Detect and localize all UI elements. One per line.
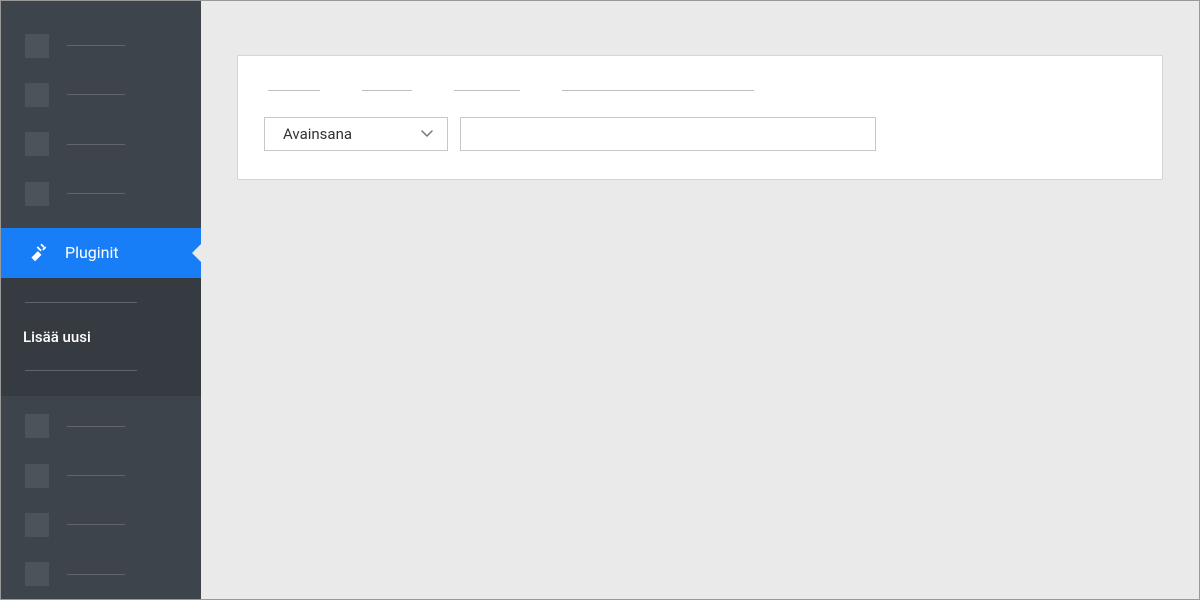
menu-icon-placeholder <box>25 414 49 438</box>
menu-icon-placeholder <box>25 562 49 586</box>
filter-tab[interactable] <box>562 90 754 91</box>
search-row: Avainsana <box>264 117 1136 151</box>
sidebar-item[interactable] <box>1 451 201 500</box>
menu-label-placeholder <box>67 475 125 476</box>
menu-label-placeholder <box>67 574 125 575</box>
menu-icon-placeholder <box>25 83 49 107</box>
submenu-item-add-new[interactable]: Lisää uusi <box>1 318 201 356</box>
plugins-submenu: Lisää uusi <box>1 278 201 396</box>
sidebar: Pluginit Lisää uusi <box>1 1 201 599</box>
sidebar-item[interactable] <box>1 402 201 451</box>
menu-label-placeholder <box>67 94 125 95</box>
main-content: Avainsana <box>201 1 1199 599</box>
sidebar-item[interactable] <box>1 500 201 549</box>
menu-label-placeholder <box>67 45 125 46</box>
menu-label-placeholder <box>67 426 125 427</box>
sidebar-item[interactable] <box>1 550 201 599</box>
menu-icon-placeholder <box>25 464 49 488</box>
submenu-label-placeholder <box>25 302 137 303</box>
menu-label-placeholder <box>67 144 125 145</box>
submenu-item[interactable] <box>1 288 201 318</box>
menu-label-placeholder <box>67 524 125 525</box>
plug-icon <box>25 242 47 264</box>
filter-tab[interactable] <box>362 90 412 91</box>
filter-tabs <box>264 80 1136 91</box>
filter-tab[interactable] <box>454 90 520 91</box>
sidebar-item[interactable] <box>1 120 201 169</box>
search-input[interactable] <box>460 117 876 151</box>
menu-icon-placeholder <box>25 182 49 206</box>
select-label: Avainsana <box>283 125 352 143</box>
sidebar-item[interactable] <box>1 70 201 119</box>
sidebar-item-label: Pluginit <box>65 243 119 262</box>
menu-icon-placeholder <box>25 513 49 537</box>
menu-label-placeholder <box>67 193 125 194</box>
sidebar-item[interactable] <box>1 21 201 70</box>
filter-panel: Avainsana <box>237 55 1163 180</box>
submenu-item-label: Lisää uusi <box>23 328 91 346</box>
sidebar-item[interactable] <box>1 169 201 218</box>
submenu-label-placeholder <box>25 370 137 371</box>
submenu-item[interactable] <box>1 356 201 386</box>
menu-icon-placeholder <box>25 132 49 156</box>
menu-icon-placeholder <box>25 34 49 58</box>
filter-tab[interactable] <box>268 90 320 91</box>
search-type-select[interactable]: Avainsana <box>264 117 448 151</box>
chevron-down-icon <box>421 130 433 138</box>
sidebar-item-plugins[interactable]: Pluginit <box>1 228 201 277</box>
